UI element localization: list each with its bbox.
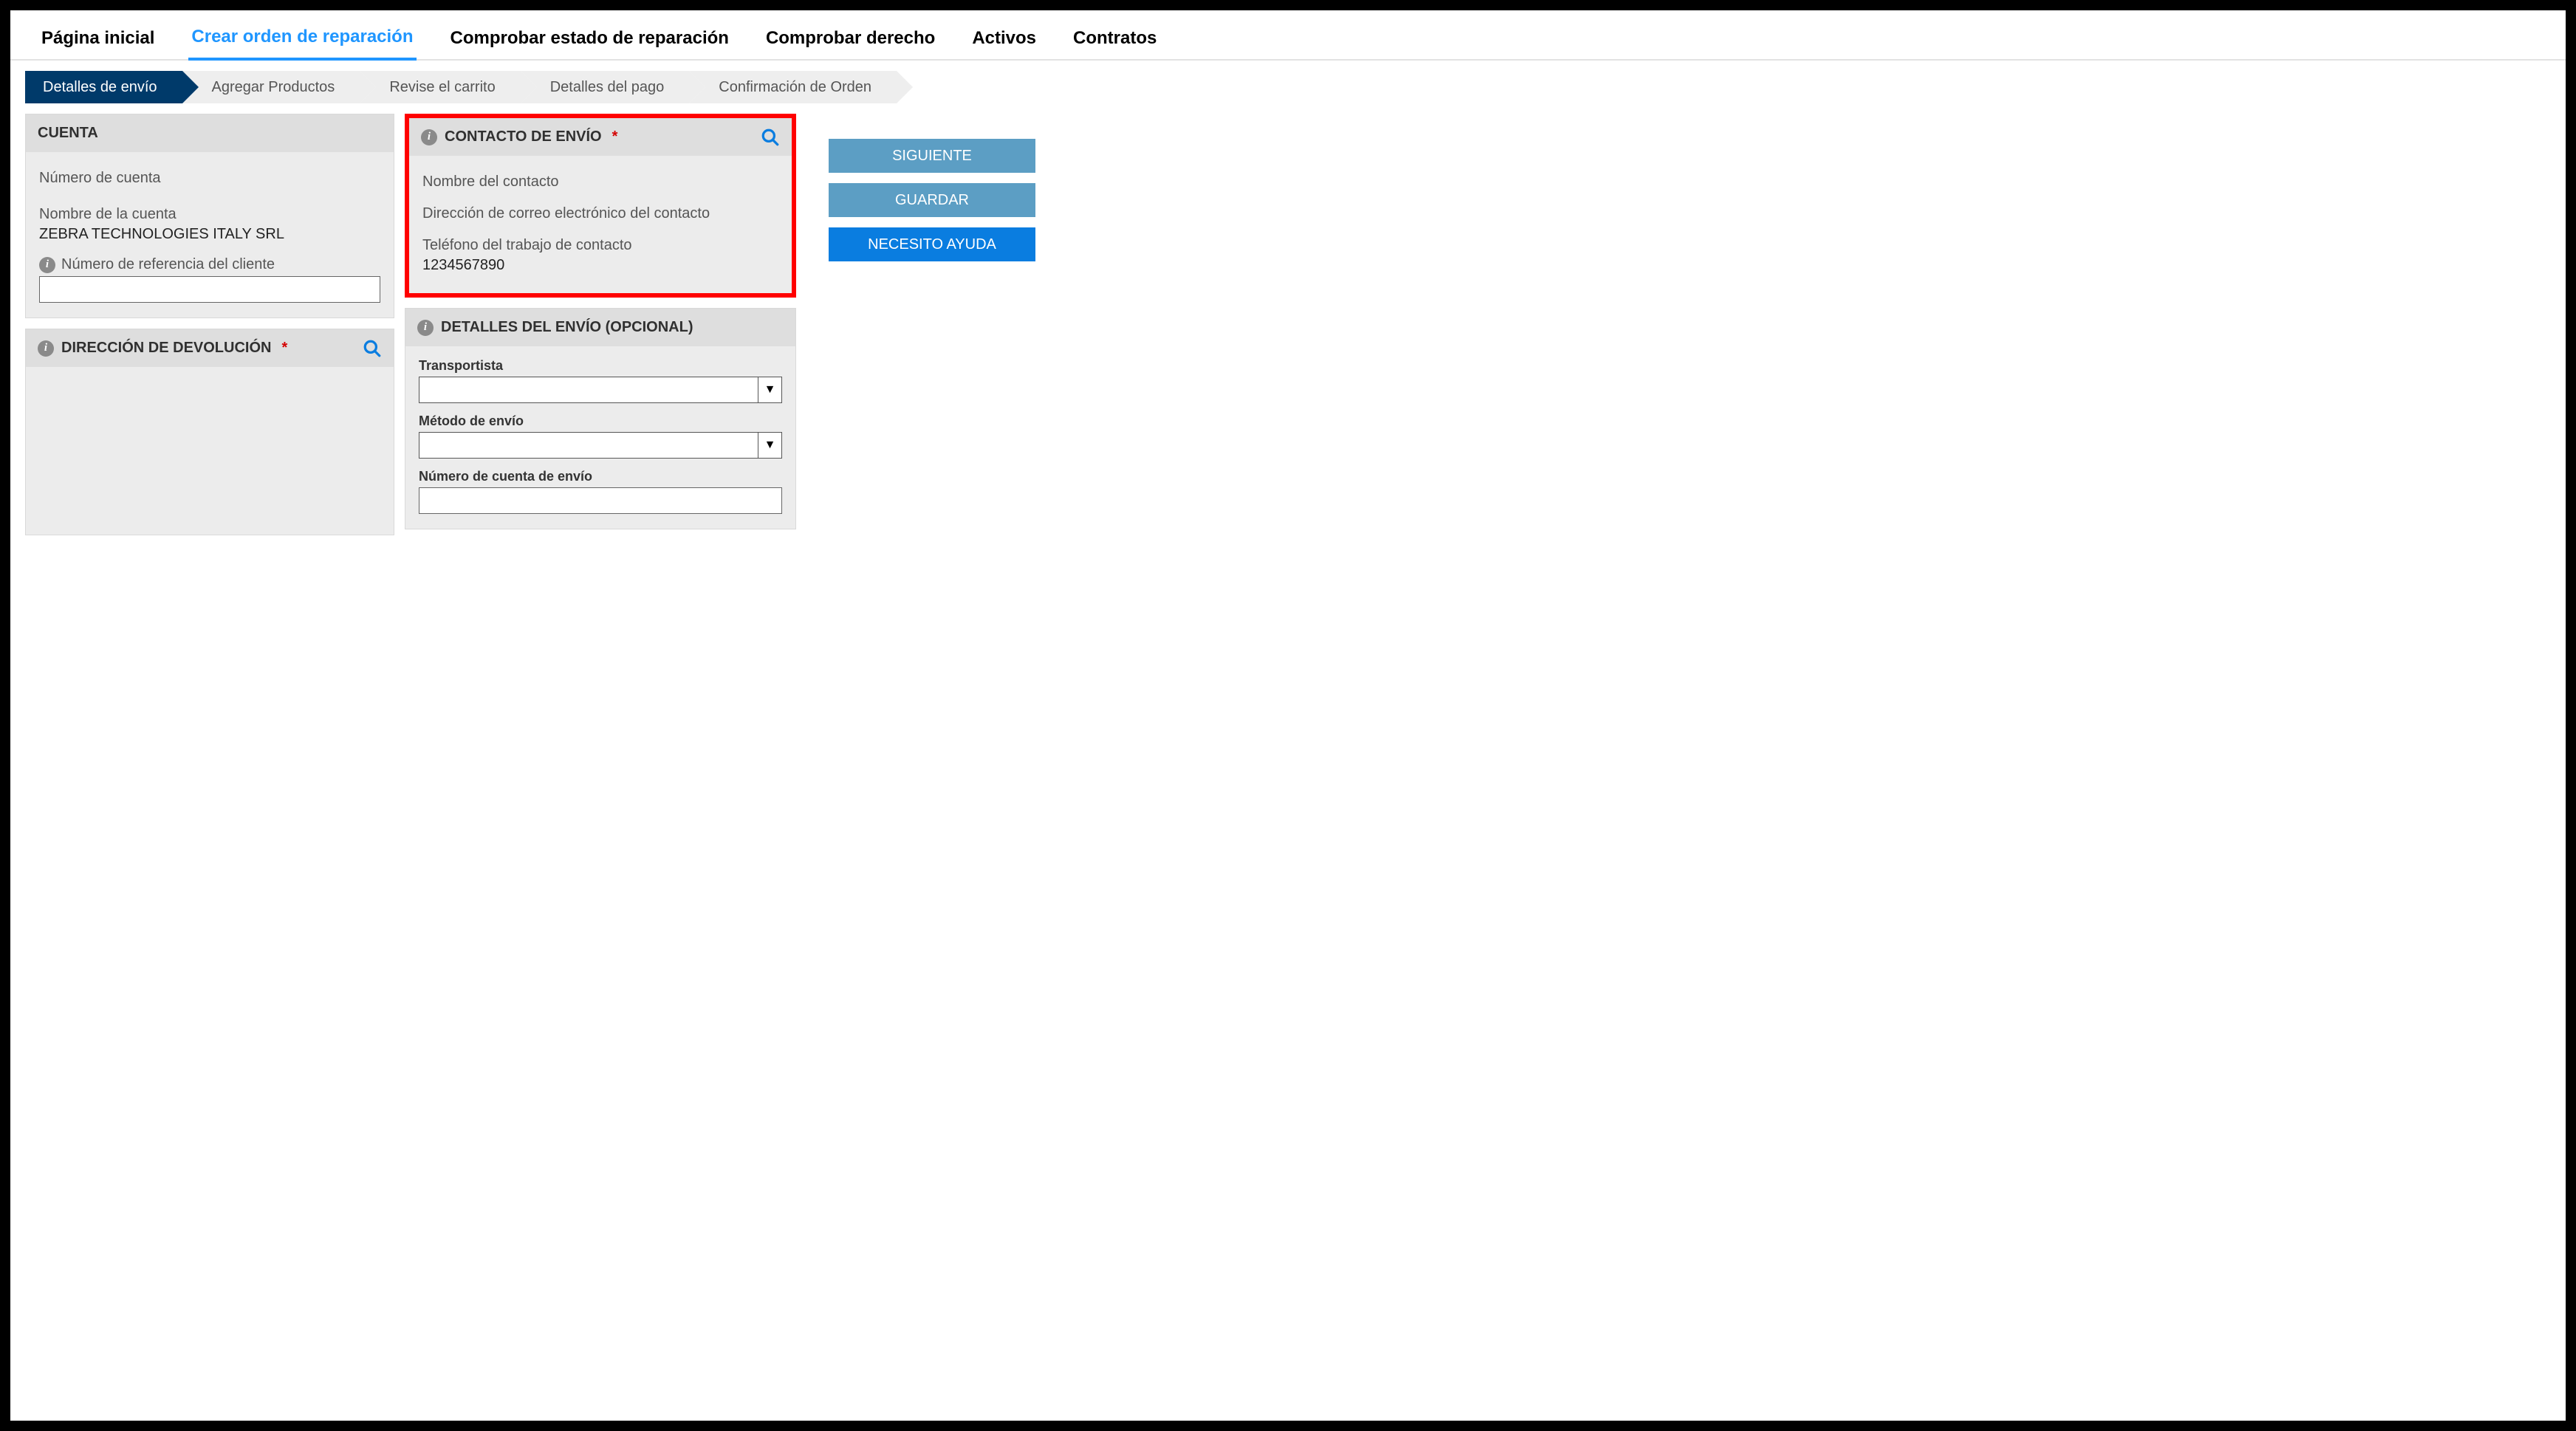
step-shipping-details[interactable]: Detalles de envío: [25, 71, 182, 103]
info-icon[interactable]: i: [39, 257, 55, 273]
shipping-details-header: i DETALLES DEL ENVÍO (OPCIONAL): [405, 309, 795, 346]
info-icon[interactable]: i: [38, 340, 54, 357]
account-number-label: Número de cuenta: [39, 170, 380, 187]
chevron-down-icon: ▼: [758, 377, 781, 402]
next-button[interactable]: SIGUIENTE: [829, 139, 1035, 173]
shipping-method-label: Método de envío: [419, 413, 782, 429]
contact-phone-value: 1234567890: [422, 257, 778, 274]
search-icon[interactable]: [761, 128, 780, 147]
nav-contracts[interactable]: Contratos: [1070, 21, 1159, 59]
account-name-value: ZEBRA TECHNOLOGIES ITALY SRL: [39, 226, 380, 243]
chevron-down-icon: ▼: [758, 433, 781, 458]
shipping-account-input[interactable]: [419, 487, 782, 514]
shipping-details-panel: i DETALLES DEL ENVÍO (OPCIONAL) Transpor…: [405, 308, 796, 529]
return-address-header: i DIRECCIÓN DE DEVOLUCIÓN *: [26, 329, 394, 367]
nav-create-repair-order[interactable]: Crear orden de reparación: [188, 19, 416, 61]
shipping-contact-title: CONTACTO DE ENVÍO: [445, 128, 602, 145]
return-address-title: DIRECCIÓN DE DEVOLUCIÓN: [61, 340, 271, 357]
return-address-panel: i DIRECCIÓN DE DEVOLUCIÓN *: [25, 329, 394, 535]
account-panel: CUENTA Número de cuenta Nombre de la cue…: [25, 114, 394, 318]
contact-name-label: Nombre del contacto: [422, 174, 778, 191]
shipping-contact-header: i CONTACTO DE ENVÍO *: [409, 118, 792, 156]
contact-phone-label: Teléfono del trabajo de contacto: [422, 237, 778, 254]
save-button[interactable]: GUARDAR: [829, 183, 1035, 217]
step-add-products[interactable]: Agregar Productos: [182, 71, 360, 103]
action-buttons: SIGUIENTE GUARDAR NECESITO AYUDA: [806, 114, 1043, 261]
stepper: Detalles de envío Agregar Productos Revi…: [10, 61, 2566, 114]
carrier-select[interactable]: ▼: [419, 377, 782, 403]
shipping-contact-panel: i CONTACTO DE ENVÍO * Nombre del contact…: [405, 114, 796, 298]
help-button[interactable]: NECESITO AYUDA: [829, 227, 1035, 261]
required-mark: *: [612, 128, 618, 145]
shipping-method-select[interactable]: ▼: [419, 432, 782, 459]
nav-check-entitlement[interactable]: Comprobar derecho: [763, 21, 938, 59]
search-icon[interactable]: [363, 339, 382, 358]
shipping-details-title: DETALLES DEL ENVÍO (OPCIONAL): [441, 319, 693, 336]
customer-ref-input[interactable]: [39, 276, 380, 303]
customer-ref-label-row: i Número de referencia del cliente: [39, 256, 380, 273]
top-nav: Página inicial Crear orden de reparación…: [10, 10, 2566, 61]
shipping-account-label: Número de cuenta de envío: [419, 469, 782, 484]
customer-ref-label: Número de referencia del cliente: [61, 256, 275, 273]
carrier-label: Transportista: [419, 358, 782, 374]
step-order-confirmation[interactable]: Confirmación de Orden: [689, 71, 897, 103]
nav-home[interactable]: Página inicial: [38, 21, 157, 59]
info-icon[interactable]: i: [417, 320, 434, 336]
nav-assets[interactable]: Activos: [969, 21, 1039, 59]
contact-email-label: Dirección de correo electrónico del cont…: [422, 205, 778, 222]
info-icon[interactable]: i: [421, 129, 437, 145]
account-name-label: Nombre de la cuenta: [39, 206, 380, 223]
required-mark: *: [281, 340, 287, 357]
step-payment-details[interactable]: Detalles del pago: [521, 71, 690, 103]
nav-check-repair-status[interactable]: Comprobar estado de reparación: [448, 21, 732, 59]
step-review-cart[interactable]: Revise el carrito: [360, 71, 520, 103]
account-panel-title: CUENTA: [38, 125, 98, 142]
account-panel-header: CUENTA: [26, 114, 394, 152]
